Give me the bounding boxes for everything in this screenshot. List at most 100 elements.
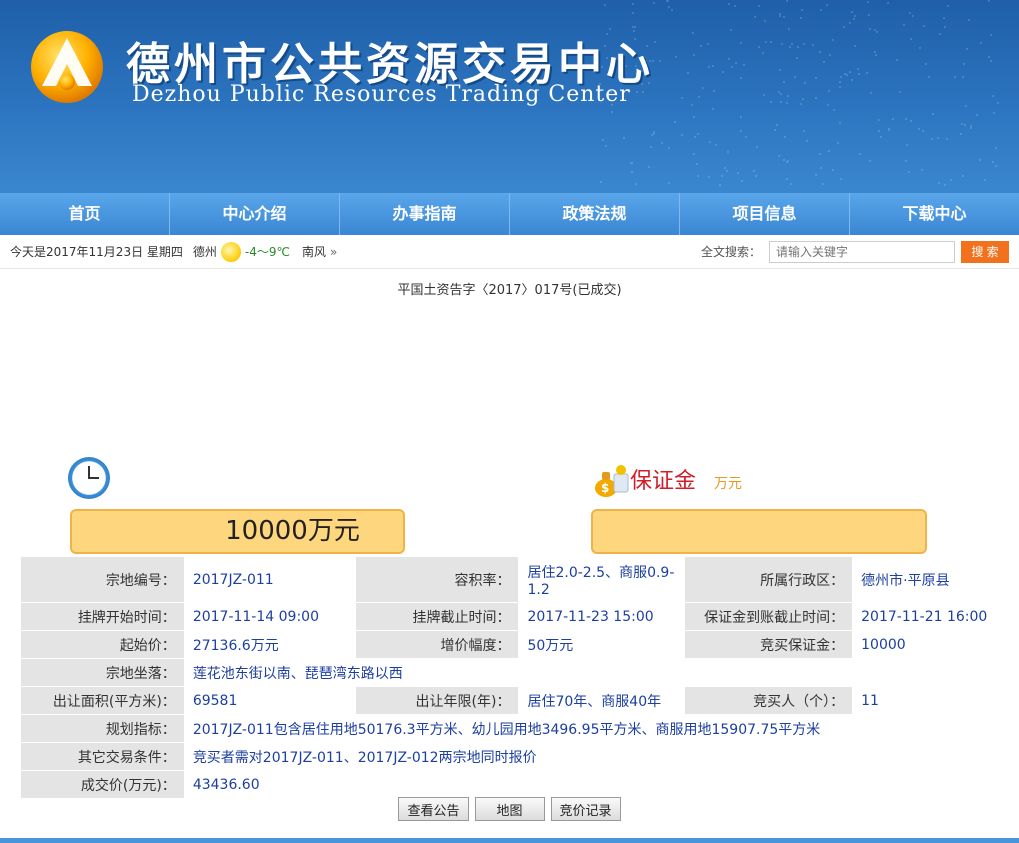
field-value: 德州市·平原县 <box>852 556 1019 603</box>
map-dot <box>932 113 934 115</box>
nav-item-downloads[interactable]: 下载中心 <box>850 193 1019 235</box>
nav-item-home[interactable]: 首页 <box>0 193 170 235</box>
map-dot <box>851 79 853 81</box>
map-dot <box>681 134 683 136</box>
map-dot <box>722 71 724 73</box>
map-dot <box>753 170 755 172</box>
map-dot <box>826 4 828 6</box>
table-row: 起始价： 27136.6万元 增价幅度： 50万元 竞买保证金： 10000 <box>20 630 1019 659</box>
search-input[interactable] <box>769 240 955 263</box>
map-dot <box>828 90 830 92</box>
deposit-label: 保证金 <box>630 469 697 494</box>
map-dot <box>892 118 894 120</box>
map-dot <box>832 39 834 41</box>
current-date: 今天是2017年11月23日 星期四 <box>10 245 183 259</box>
land-info-table: 宗地编号： 2017JZ-011 容积率： 居住2.0-2.5、商服0.9-1.… <box>20 556 1019 799</box>
map-dot <box>691 104 693 106</box>
map-dot <box>944 184 946 186</box>
map-dot <box>697 175 699 177</box>
map-dot <box>925 63 927 65</box>
map-dot <box>631 171 633 173</box>
view-notice-button[interactable]: 查看公告 <box>398 797 469 821</box>
map-dot <box>919 47 921 49</box>
map-dot <box>874 51 876 53</box>
bid-records-button[interactable]: 竞价记录 <box>550 797 621 821</box>
map-button[interactable]: 地图 <box>474 797 545 821</box>
nav-item-policy[interactable]: 政策法规 <box>510 193 680 235</box>
map-dot <box>869 160 871 162</box>
map-dot <box>910 38 912 40</box>
map-dot <box>988 56 990 58</box>
map-dot <box>731 66 733 68</box>
map-dot <box>730 29 732 31</box>
table-row: 成交价(万元)： 43436.60 <box>20 770 1019 799</box>
weather-city: 德州 <box>192 245 217 259</box>
map-dot <box>692 32 694 34</box>
map-dot <box>840 76 842 78</box>
map-dot <box>600 181 602 183</box>
map-dot <box>786 102 788 104</box>
sun-icon <box>220 241 241 262</box>
map-dot <box>740 116 742 118</box>
field-label: 宗地编号： <box>20 556 185 603</box>
map-dot <box>667 0 669 2</box>
map-dot <box>778 91 780 93</box>
map-dot <box>719 184 721 186</box>
map-dot <box>854 15 856 17</box>
map-dot <box>781 43 783 45</box>
map-dot <box>740 130 742 132</box>
weather-temp: -4～9℃ <box>244 245 290 259</box>
map-dot <box>707 43 709 45</box>
map-dot <box>654 41 656 43</box>
money-bag-icon: $ <box>595 465 629 497</box>
map-dot <box>653 133 655 135</box>
map-dot <box>822 183 824 185</box>
map-dot <box>727 151 729 153</box>
map-dot <box>962 175 964 177</box>
map-dot <box>735 62 737 64</box>
map-dot <box>815 174 817 176</box>
map-dot <box>728 58 730 60</box>
map-dot <box>724 167 726 169</box>
map-dot <box>995 147 997 149</box>
search-button[interactable]: 搜 索 <box>961 240 1009 263</box>
map-dot <box>802 98 804 100</box>
map-dot <box>962 76 964 78</box>
map-dot <box>756 146 758 148</box>
map-dot <box>878 119 880 121</box>
map-dot <box>661 142 663 144</box>
map-dot <box>602 139 604 141</box>
map-dot <box>837 142 839 144</box>
field-label: 竞买保证金： <box>684 630 854 659</box>
map-dot <box>702 87 704 89</box>
field-label: 挂牌截止时间： <box>354 602 520 631</box>
map-dot <box>788 28 790 30</box>
map-dot <box>734 5 736 7</box>
map-dot <box>668 147 670 149</box>
map-dot <box>755 175 757 177</box>
map-dot <box>819 153 821 155</box>
map-dot <box>910 120 912 122</box>
map-dot <box>867 1 869 3</box>
field-label: 其它交易条件： <box>20 742 185 771</box>
nav-item-guide[interactable]: 办事指南 <box>340 193 510 235</box>
map-dot <box>896 59 898 61</box>
map-dot <box>794 76 796 78</box>
footer-divider <box>0 838 1019 843</box>
map-dot <box>849 22 851 24</box>
map-dot <box>939 33 941 35</box>
map-dot <box>611 111 613 113</box>
field-label: 出让年限(年)： <box>354 686 520 715</box>
map-dot <box>800 17 802 19</box>
nav-item-projects[interactable]: 项目信息 <box>680 193 850 235</box>
map-dot <box>700 45 702 47</box>
map-dot <box>797 46 799 48</box>
map-dot <box>976 114 978 116</box>
map-dot <box>827 104 829 106</box>
map-dot <box>876 31 878 33</box>
map-dot <box>806 140 808 142</box>
map-dot <box>820 9 822 11</box>
weather-more-link[interactable]: » <box>330 245 337 259</box>
map-dot <box>770 101 772 103</box>
nav-item-about[interactable]: 中心介绍 <box>170 193 340 235</box>
